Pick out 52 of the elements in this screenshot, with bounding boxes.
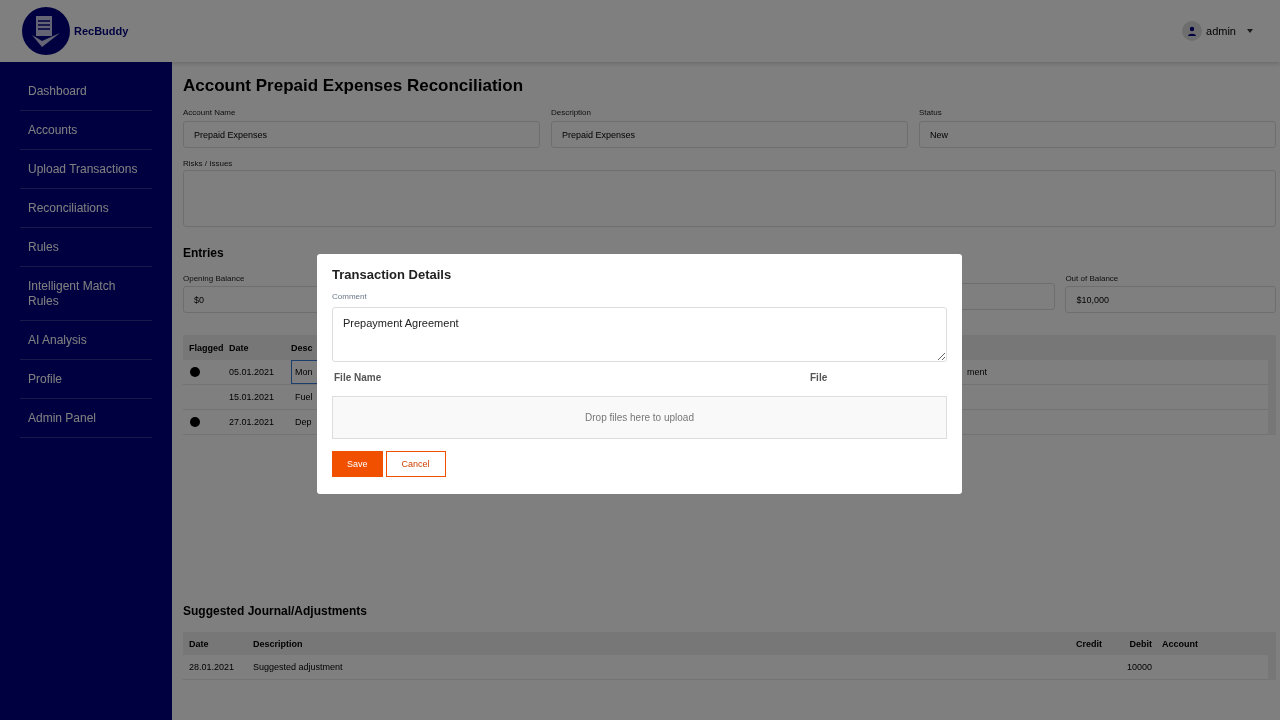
field-label: Description: [551, 108, 592, 117]
sidebar-item[interactable]: Dashboard: [20, 72, 152, 111]
table-cell-text: 15.01.2021: [229, 392, 276, 402]
table-cell-text: 10000: [1125, 662, 1153, 672]
sidebar-item[interactable]: Accounts: [20, 111, 152, 150]
field-label: Risks / Issues: [183, 159, 234, 168]
column-header: File Name: [334, 372, 383, 384]
field-label: Status: [919, 108, 943, 117]
sidebar-item[interactable]: Upload Transactions: [20, 150, 152, 189]
caret-icon: [1244, 27, 1256, 35]
field-label: Out of Balance: [1065, 274, 1120, 283]
text-field[interactable]: New: [919, 121, 1276, 148]
column-header: Flagged: [189, 342, 225, 353]
field-label: Account Name: [183, 108, 237, 117]
text-field[interactable]: Prepaid Expenses: [183, 121, 540, 148]
column-header: Date: [229, 342, 250, 353]
dialog-title: Transaction Details: [332, 267, 453, 282]
sidebar-item[interactable]: Rules: [20, 228, 152, 267]
column-header: Debit: [1128, 638, 1153, 649]
comment-field[interactable]: Prepayment Agreement: [332, 307, 947, 362]
section-title: Entries: [183, 245, 224, 261]
cancel-button[interactable]: Cancel: [385, 451, 446, 477]
column-header: Credit: [1075, 638, 1103, 649]
user-name: admin: [1206, 25, 1236, 37]
table-cell-text: Fuel: [294, 391, 314, 404]
table-cell-text: Dep: [294, 416, 313, 429]
table-cell-text: 05.01.2021: [229, 367, 276, 377]
column-header: Description: [253, 638, 304, 649]
table-cell: ment: [967, 367, 987, 377]
column-header: Desc: [291, 342, 314, 353]
logo-icon: [22, 7, 70, 55]
text-field[interactable]: $10,000: [1065, 286, 1276, 313]
field-label: Comment: [332, 292, 368, 302]
save-button[interactable]: Save: [332, 451, 383, 477]
sidebar-item[interactable]: Admin Panel: [20, 399, 152, 438]
brand-name: RecBuddy: [74, 25, 129, 37]
table-cell-text: 27.01.2021: [229, 417, 276, 427]
table-cell-text: 28.01.2021: [189, 662, 236, 672]
sidebar-item[interactable]: AI Analysis: [20, 321, 152, 360]
drop-zone[interactable]: Drop files here to upload: [332, 396, 947, 439]
column-header: Date: [189, 638, 210, 649]
page-title: Account Prepaid Expenses Reconciliation: [183, 75, 525, 97]
sidebar-item[interactable]: Intelligent Match Rules: [20, 267, 152, 321]
sidebar-item[interactable]: Reconciliations: [20, 189, 152, 228]
sidebar-item[interactable]: Profile: [20, 360, 152, 399]
text-field[interactable]: Prepaid Expenses: [551, 121, 908, 148]
column-header: Account: [1162, 638, 1199, 649]
user-menu[interactable]: admin: [1182, 21, 1256, 41]
column-header: File: [810, 372, 829, 384]
user-icon: [1182, 21, 1203, 41]
table-cell-text: Suggested adjustment: [253, 662, 344, 672]
section-title: Suggested Journal/Adjustments: [183, 603, 368, 619]
